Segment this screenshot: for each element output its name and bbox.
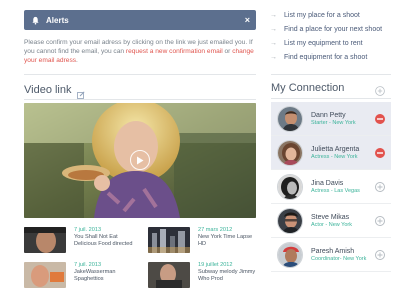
close-icon[interactable]: × <box>245 15 250 25</box>
alert-bar: Alerts × <box>24 10 256 30</box>
video-title[interactable]: You Shall Not Eat Delicious Food directe… <box>74 234 134 248</box>
avatar[interactable] <box>277 105 303 132</box>
connection-item[interactable]: Dann Petty Starter - New York <box>271 102 391 136</box>
video-title[interactable]: Subway melody Jimmy Who Prod <box>198 269 258 283</box>
video-heading: Video link <box>24 84 72 96</box>
video-player[interactable] <box>24 103 256 218</box>
alert-message: Please confirm your email adress by clic… <box>24 38 256 65</box>
arrow-right-icon: → <box>270 39 277 47</box>
avatar[interactable] <box>277 173 303 200</box>
connections-list: Dann Petty Starter - New York Julietta A… <box>271 102 391 272</box>
arrow-right-icon: → <box>270 11 277 19</box>
video-title[interactable]: New York Time Lapse HD <box>198 234 258 248</box>
quick-link-find-equipment[interactable]: → Find equipment for a shoot <box>270 50 394 64</box>
video-thumbnail-item[interactable]: 19 juillet 2012 Subway melody Jimmy Who … <box>148 262 258 290</box>
divider <box>271 74 391 75</box>
alert-message-end: . <box>76 57 78 64</box>
quick-link-label: Find a place for your next shoot <box>284 25 383 33</box>
video-thumbnail[interactable] <box>148 262 190 288</box>
connection-role: Actor - New York <box>311 221 352 228</box>
video-date: 7 juil. 2013 <box>74 227 102 233</box>
video-thumbnail[interactable] <box>148 227 190 253</box>
remove-connection-button[interactable] <box>375 113 385 124</box>
remove-connection-button[interactable] <box>375 147 385 158</box>
video-date: 27 mars 2012 <box>198 227 233 233</box>
quick-link-label: List my place for a shoot <box>284 11 360 19</box>
video-date: 19 juillet 2012 <box>198 262 233 268</box>
connection-name[interactable]: Paresh Amish <box>311 248 375 255</box>
connection-role: Actress - Las Vegas <box>311 187 360 194</box>
add-connection-button[interactable] <box>375 181 385 192</box>
connection-item[interactable]: Paresh Amish Coordinator- New York <box>271 238 391 272</box>
video-thumbnail-item[interactable]: 7 juil. 2013 JakeWasserman Spaghettios <box>24 262 134 290</box>
video-thumbnail-item[interactable]: 27 mars 2012 New York Time Lapse HD <box>148 227 258 255</box>
video-thumbnail[interactable] <box>24 262 66 288</box>
quick-link-label: Find equipment for a shoot <box>284 53 368 61</box>
play-icon[interactable] <box>130 150 150 170</box>
connection-item[interactable]: Julietta Argenta Actress - New York <box>271 136 391 170</box>
quick-link-list-equipment[interactable]: → List my equipment to rent <box>270 36 394 50</box>
connection-name[interactable]: Dann Petty <box>311 112 375 119</box>
divider <box>271 98 391 99</box>
video-header: Video link <box>24 84 85 99</box>
video-thumbnail[interactable] <box>24 227 66 253</box>
edit-icon[interactable] <box>76 86 85 99</box>
quick-link-find-place[interactable]: → Find a place for your next shoot <box>270 22 394 36</box>
video-title[interactable]: JakeWasserman Spaghettios <box>74 269 134 283</box>
arrow-right-icon: → <box>270 53 277 61</box>
add-connection-button[interactable] <box>375 215 385 226</box>
quick-link-label: List my equipment to rent <box>284 39 363 47</box>
connection-role: Starter - New York <box>311 119 356 126</box>
quick-links: → List my place for a shoot → Find a place… <box>270 8 394 64</box>
divider <box>24 74 256 75</box>
resend-confirmation-link[interactable]: request a new confirmation email <box>126 48 223 55</box>
quick-link-list-place[interactable]: → List my place for a shoot <box>270 8 394 22</box>
connection-name[interactable]: Steve Mikas <box>311 214 375 221</box>
alert-title: Alerts <box>46 15 69 25</box>
connection-item[interactable]: Jina Davis Actress - Las Vegas <box>271 170 391 204</box>
connections-heading: My Connection <box>271 82 345 94</box>
connection-role: Actress - New York <box>311 153 358 160</box>
avatar[interactable] <box>277 207 303 234</box>
video-thumbnail-item[interactable]: 7 juil. 2013 You Shall Not Eat Delicious… <box>24 227 134 255</box>
connection-item[interactable]: Steve Mikas Actor - New York <box>271 204 391 238</box>
avatar[interactable] <box>277 139 303 166</box>
bell-icon <box>30 15 40 25</box>
connection-name[interactable]: Julietta Argenta <box>311 146 375 153</box>
alert-message-or: or <box>222 48 233 55</box>
add-connection-button[interactable] <box>375 249 385 260</box>
arrow-right-icon: → <box>270 25 277 33</box>
avatar[interactable] <box>277 241 303 268</box>
connection-name[interactable]: Jina Davis <box>311 180 375 187</box>
divider <box>24 99 256 100</box>
connection-role: Coordinator- New York <box>311 255 367 262</box>
video-date: 7 juil. 2013 <box>74 262 102 268</box>
